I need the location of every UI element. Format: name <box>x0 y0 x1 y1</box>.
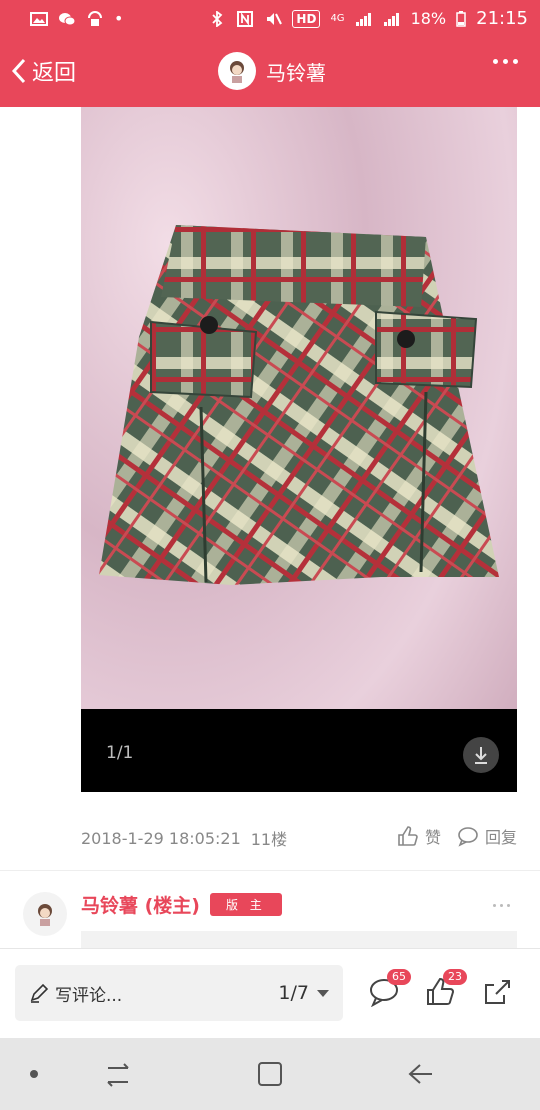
comment-input[interactable]: 写评论... 1/7 <box>15 965 343 1021</box>
back-label: 返回 <box>32 61 77 86</box>
reply-label: 回复 <box>484 828 517 847</box>
status-bar: • HD 4G 18% 21:15 <box>0 0 540 37</box>
page-selector[interactable]: 1/7 <box>278 982 329 1004</box>
avatar[interactable] <box>23 892 67 936</box>
avatar <box>218 52 256 90</box>
bottom-bar: 写评论... 1/7 65 23 <box>0 948 540 1039</box>
moderator-badge: 版 主 <box>209 893 282 916</box>
like-thread-button[interactable]: 23 <box>425 969 467 1011</box>
top-nav-bar: 返回 马铃薯 <box>0 37 540 107</box>
thread-content: 1/1 2018-1-29 18:05:21 11楼 赞 回复 马铃薯 (楼主)… <box>0 107 540 963</box>
comment-icon <box>458 827 478 847</box>
bluetooth-icon <box>212 10 223 27</box>
signal-icon <box>355 12 371 26</box>
thumbs-up-icon <box>398 826 418 846</box>
chevron-down-icon <box>317 989 329 997</box>
battery-icon <box>456 10 466 27</box>
share-icon <box>485 980 510 1004</box>
page-title: 马铃薯 <box>266 60 326 85</box>
page-indicator: 1/7 <box>278 982 309 1004</box>
share-button[interactable] <box>482 977 516 1011</box>
author-name[interactable]: 马铃薯 (楼主) <box>81 891 200 918</box>
signal-icon-2 <box>383 12 399 26</box>
nav-dot-icon[interactable] <box>30 1070 38 1078</box>
plaid-skirt-image <box>99 225 499 585</box>
network-label: 4G <box>330 13 345 24</box>
post-floor: 11楼 <box>250 830 288 849</box>
home-icon[interactable] <box>256 1060 284 1088</box>
clock: 21:15 <box>476 8 528 29</box>
comments-button[interactable]: 65 <box>369 969 411 1011</box>
post-timestamp: 2018-1-29 18:05:21 <box>81 828 241 848</box>
wechat-icon <box>59 12 76 25</box>
more-horizontal-icon[interactable] <box>493 59 518 64</box>
pencil-icon <box>30 983 49 1003</box>
mute-icon <box>267 12 283 25</box>
more-horizontal-icon[interactable] <box>493 904 510 907</box>
avatar-face-icon <box>38 904 52 926</box>
hd-badge: HD <box>292 9 321 28</box>
download-icon <box>475 747 487 764</box>
recent-apps-icon[interactable] <box>104 1062 132 1088</box>
photo-footer: 1/1 <box>81 709 517 792</box>
chevron-left-icon <box>11 58 26 84</box>
post-meta: 2018-1-29 18:05:21 11楼 赞 回复 <box>81 824 517 852</box>
battery-percent: 18% <box>410 9 447 28</box>
status-dot: • <box>114 9 124 28</box>
like-label: 赞 <box>424 828 441 847</box>
gallery-icon <box>30 11 48 26</box>
avatar-face-icon <box>230 61 244 83</box>
thread-author[interactable]: 马铃薯 <box>218 52 326 90</box>
post-divider <box>0 870 540 871</box>
nfc-icon <box>237 10 254 27</box>
like-count-badge: 23 <box>443 969 467 985</box>
vpn-lock-icon <box>88 10 102 26</box>
back-arrow-icon[interactable] <box>406 1062 436 1086</box>
photo-counter: 1/1 <box>106 743 134 763</box>
post-author: 马铃薯 (楼主) 版 主 <box>81 891 282 918</box>
like-button[interactable]: 赞 <box>397 824 441 848</box>
download-button[interactable] <box>463 737 499 773</box>
post-photo[interactable] <box>81 107 517 792</box>
back-button[interactable]: 返回 <box>10 55 76 87</box>
comment-count-badge: 65 <box>387 969 411 985</box>
reply-button[interactable]: 回复 <box>457 824 517 848</box>
comment-placeholder: 写评论... <box>55 985 123 1006</box>
system-nav-bar <box>0 1038 540 1110</box>
